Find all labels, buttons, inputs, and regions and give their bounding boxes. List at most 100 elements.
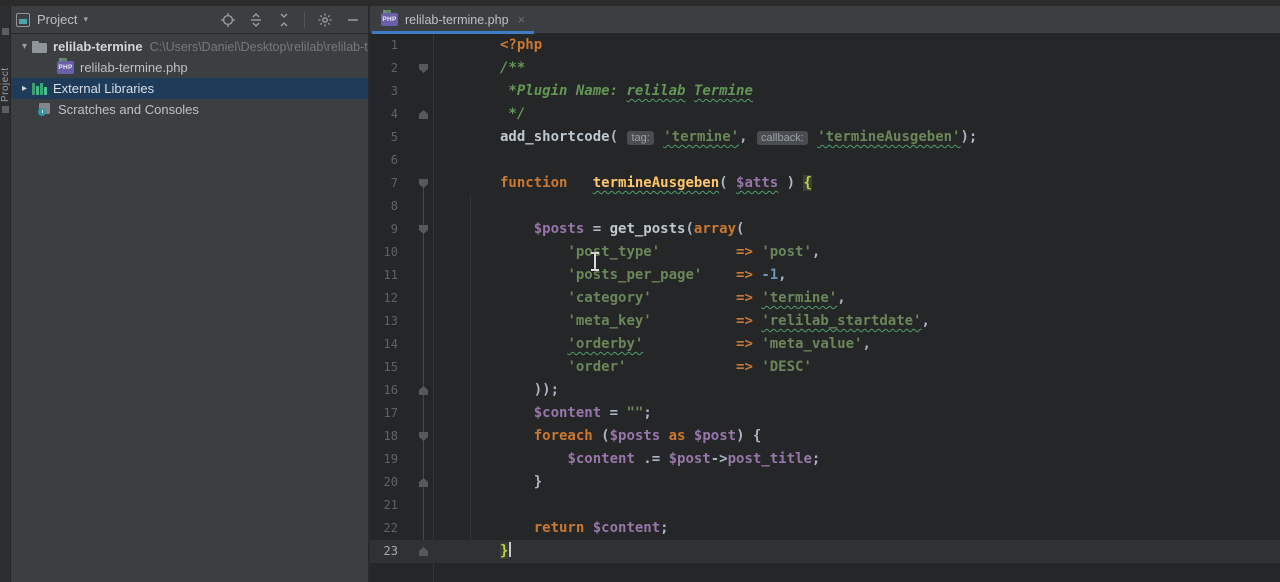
fold-start-icon[interactable] [419, 179, 428, 188]
code-line[interactable]: 19 $content .= $post->post_title; [370, 448, 1280, 471]
editor-gutter[interactable]: 21 [370, 494, 433, 517]
tree-item-external-libraries[interactable]: ▸ External Libraries [11, 78, 368, 99]
fold-end-icon[interactable] [419, 478, 428, 487]
stripe-project-label[interactable]: Project [0, 42, 11, 102]
code-line[interactable]: 13 'meta_key' => 'relilab_startdate', [370, 310, 1280, 333]
editor-gutter[interactable]: 19 [370, 448, 433, 471]
code-line[interactable]: 14 'orderby' => 'meta_value', [370, 333, 1280, 356]
code-line[interactable]: 20 } [370, 471, 1280, 494]
parameter-hint: tag: [627, 131, 654, 145]
editor-gutter[interactable]: 4 [370, 103, 433, 126]
line-number: 19 [383, 452, 398, 466]
code-text: 'post_type' => 'post', [500, 241, 820, 264]
code-line[interactable]: 1 <?php [370, 34, 1280, 57]
code-token: $content [567, 451, 635, 467]
code-line[interactable]: 21 [370, 494, 1280, 517]
code-line[interactable]: 7 function termineAusgeben( $atts ) { [370, 172, 1280, 195]
editor-gutter[interactable]: 23 [370, 540, 433, 563]
code-line[interactable]: 5 add_shortcode( tag: 'termine', callback… [370, 126, 1280, 149]
code-token: .= [634, 451, 669, 467]
hide-panel-icon[interactable] [345, 12, 361, 28]
editor-gutter[interactable]: 6 [370, 149, 433, 172]
fold-end-icon[interactable] [419, 110, 428, 119]
editor-gutter[interactable]: 16 [370, 379, 433, 402]
code-line[interactable]: 18 foreach ($posts as $post) { [370, 425, 1280, 448]
editor-gutter[interactable]: 5 [370, 126, 433, 149]
code-line[interactable]: 23} [370, 540, 1280, 563]
line-number: 9 [390, 222, 398, 236]
editor-gutter[interactable]: 13 [370, 310, 433, 333]
code-line[interactable]: 6 [370, 149, 1280, 172]
fold-start-icon[interactable] [419, 225, 428, 234]
code-line[interactable]: 3 *Plugin Name: relilab Termine [370, 80, 1280, 103]
text-caret [509, 542, 512, 557]
editor-gutter[interactable]: 9 [370, 218, 433, 241]
fold-start-icon[interactable] [419, 64, 428, 73]
code-token: 'posts_per_page' [567, 267, 703, 283]
code-line[interactable]: 10 'post_type' => 'post', [370, 241, 1280, 264]
editor-gutter[interactable]: 3 [370, 80, 433, 103]
code-line[interactable]: 15 'order' => 'DESC' [370, 356, 1280, 379]
tree-item-php-file[interactable]: PHP relilab-termine.php [11, 57, 368, 78]
code-line[interactable]: 8 [370, 195, 1280, 218]
code-token: ( [685, 221, 694, 237]
editor-gutter[interactable]: 18 [370, 425, 433, 448]
project-panel-title[interactable]: Project [37, 12, 77, 27]
locate-file-icon[interactable] [220, 12, 236, 28]
chevron-down-icon[interactable]: ▾ [83, 14, 88, 25]
tree-item-scratches[interactable]: Scratches and Consoles [11, 99, 368, 120]
editor-gutter[interactable]: 15 [370, 356, 433, 379]
settings-gear-icon[interactable] [317, 12, 333, 28]
code-text: } [500, 540, 512, 563]
code-line[interactable]: 9 $posts = get_posts(array( [370, 218, 1280, 241]
fold-end-icon[interactable] [419, 547, 428, 556]
code-area[interactable]: 1 <?php 2 /** 3 *Plugin Name: relilab Termin… [370, 34, 1280, 582]
scratches-icon [38, 103, 52, 116]
fold-start-icon[interactable] [419, 432, 428, 441]
code-token: "" [626, 405, 644, 421]
code-line[interactable]: 11 'posts_per_page' => -1, [370, 264, 1280, 287]
editor-gutter[interactable]: 17 [370, 402, 433, 425]
code-token: get_posts [609, 221, 686, 237]
code-text: $posts = get_posts(array( [500, 218, 745, 241]
tab-relilab-termine-php[interactable]: PHP relilab-termine.php × [372, 6, 535, 34]
editor-gutter[interactable]: 8 [370, 195, 433, 218]
line-number: 11 [383, 268, 398, 282]
tree-item-project-root[interactable]: ▾ relilab-termine C:\Users\Daniel\Deskto… [11, 36, 368, 57]
editor-gutter[interactable]: 22 [370, 517, 433, 540]
editor-gutter[interactable]: 2 [370, 57, 433, 80]
chevron-right-icon[interactable]: ▸ [18, 83, 31, 94]
editor-gutter[interactable]: 11 [370, 264, 433, 287]
code-line[interactable]: 2 /** [370, 57, 1280, 80]
chevron-down-icon[interactable]: ▾ [18, 41, 31, 52]
line-number: 4 [390, 107, 398, 121]
fold-end-icon[interactable] [419, 386, 428, 395]
collapse-all-icon[interactable] [276, 12, 292, 28]
editor-gutter[interactable]: 12 [370, 287, 433, 310]
code-token: $content [533, 405, 602, 421]
code-text: 'orderby' => 'meta_value', [500, 333, 870, 356]
code-line[interactable]: 22 return $content; [370, 517, 1280, 540]
code-line[interactable]: 12 'category' => 'termine', [370, 287, 1280, 310]
code-line[interactable]: 4 */ [370, 103, 1280, 126]
editor-gutter[interactable]: 20 [370, 471, 433, 494]
editor-gutter[interactable]: 1 [370, 34, 433, 57]
code-text: $content .= $post->post_title; [500, 448, 820, 471]
expand-all-icon[interactable] [248, 12, 264, 28]
code-line[interactable]: 16 )); [370, 379, 1280, 402]
close-tab-icon[interactable]: × [518, 13, 526, 26]
code-token: $post [693, 428, 737, 444]
editor-gutter[interactable]: 10 [370, 241, 433, 264]
editor-gutter[interactable]: 7 [370, 172, 433, 195]
code-token: ( [719, 175, 737, 191]
code-token: , [739, 129, 756, 145]
editor-gutter[interactable]: 14 [370, 333, 433, 356]
code-line[interactable]: 17 $content = ""; [370, 402, 1280, 425]
line-number: 1 [390, 38, 398, 52]
code-token: ; [643, 405, 652, 421]
code-token: $atts [736, 175, 779, 191]
